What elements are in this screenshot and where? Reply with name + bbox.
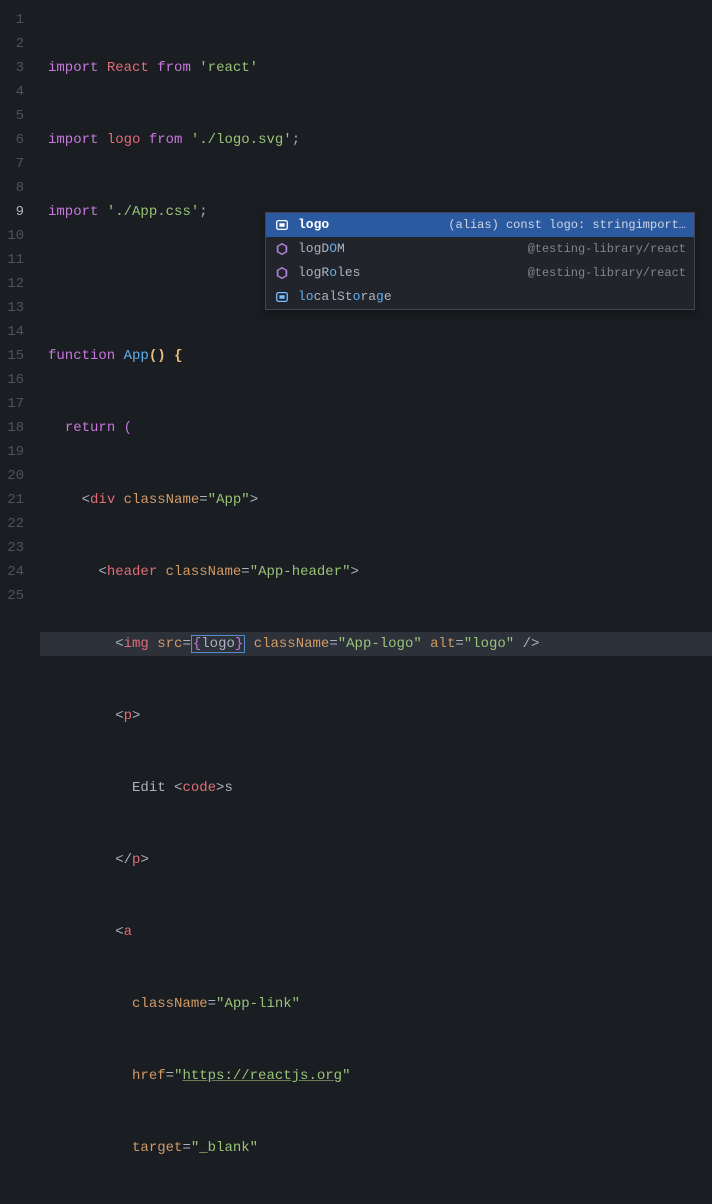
suggest-item[interactable]: logRoles @testing-library/react (266, 261, 694, 285)
method-icon (274, 241, 290, 257)
variable-icon (274, 217, 290, 233)
attr: src (157, 636, 182, 652)
brace: { (174, 348, 182, 364)
text: s (224, 780, 232, 796)
line-number[interactable]: 24 (0, 560, 24, 584)
tag: a (124, 924, 132, 940)
line-number[interactable]: 22 (0, 512, 24, 536)
tag: img (124, 636, 149, 652)
suggest-item[interactable]: logDOM @testing-library/react (266, 237, 694, 261)
attr: className (254, 636, 330, 652)
string: "App" (208, 492, 250, 508)
line-number-gutter[interactable]: 1234567891011121314151617181920212223242… (0, 0, 40, 602)
suggest-label: logRoles (298, 261, 360, 285)
intellisense-popup[interactable]: logo(alias) const logo: stringimport…log… (265, 212, 695, 310)
line-number[interactable]: 11 (0, 248, 24, 272)
keyword: from (157, 60, 191, 76)
line-number[interactable]: 15 (0, 344, 24, 368)
line-number[interactable]: 5 (0, 104, 24, 128)
line-number[interactable]: 4 (0, 80, 24, 104)
parens: () (149, 348, 166, 364)
line-number[interactable]: 21 (0, 488, 24, 512)
tag: div (90, 492, 115, 508)
line-number[interactable]: 6 (0, 128, 24, 152)
keyword: from (149, 132, 183, 148)
text: Edit (132, 780, 174, 796)
keyword: function (48, 348, 115, 364)
suggest-detail: @testing-library/react (528, 237, 686, 261)
line-number[interactable]: 1 (0, 8, 24, 32)
keyword: return (65, 420, 115, 436)
attr: target (132, 1140, 182, 1156)
line-number[interactable]: 8 (0, 176, 24, 200)
attr: className (124, 492, 200, 508)
function-name: App (124, 348, 149, 364)
line-number[interactable]: 2 (0, 32, 24, 56)
line-number[interactable]: 18 (0, 416, 24, 440)
method-icon (274, 265, 290, 281)
string: "App-header" (250, 564, 351, 580)
suggest-label: localStorage (298, 285, 392, 309)
string: './App.css' (107, 204, 199, 220)
line-number[interactable]: 16 (0, 368, 24, 392)
suggest-item[interactable]: localStorage (266, 285, 694, 309)
keyword: import (48, 204, 98, 220)
string: "_blank" (191, 1140, 258, 1156)
variable-icon (274, 289, 290, 305)
line-number[interactable]: 20 (0, 464, 24, 488)
suggest-item[interactable]: logo (alias) const logo: stringimport… (266, 213, 694, 237)
suggest-detail: (alias) const logo: stringimport… (448, 213, 686, 237)
line-number[interactable]: 23 (0, 536, 24, 560)
identifier: React (107, 60, 149, 76)
line-number[interactable]: 14 (0, 320, 24, 344)
line-number[interactable]: 3 (0, 56, 24, 80)
suggest-detail: @testing-library/react (528, 261, 686, 285)
attr: className (132, 996, 208, 1012)
line-number[interactable]: 10 (0, 224, 24, 248)
string: "App-logo" (338, 636, 422, 652)
code-area[interactable]: import React from 'react' import logo fr… (40, 0, 712, 602)
cursor-bracket: {logo} (191, 635, 245, 653)
paren: ( (124, 420, 132, 436)
line-number[interactable]: 19 (0, 440, 24, 464)
tag: p (124, 708, 132, 724)
line-number[interactable]: 7 (0, 152, 24, 176)
keyword: import (48, 60, 98, 76)
identifier: logo (107, 132, 141, 148)
tag: code (182, 780, 216, 796)
current-line[interactable]: <img src={logo} className="App-logo" alt… (40, 632, 712, 656)
code-editor: 1234567891011121314151617181920212223242… (0, 0, 712, 602)
line-number[interactable]: 9 (0, 200, 24, 224)
line-number[interactable]: 12 (0, 272, 24, 296)
tag: header (107, 564, 157, 580)
suggest-label: logo (298, 213, 329, 237)
attr: className (166, 564, 242, 580)
url[interactable]: https://reactjs.org (182, 1068, 342, 1084)
line-number[interactable]: 17 (0, 392, 24, 416)
string: './logo.svg' (191, 132, 292, 148)
string: "App-link" (216, 996, 300, 1012)
keyword: import (48, 132, 98, 148)
string: 'react' (199, 60, 258, 76)
line-number[interactable]: 13 (0, 296, 24, 320)
attr: alt (430, 636, 455, 652)
attr: href (132, 1068, 166, 1084)
tag: p (132, 852, 140, 868)
suggest-label: logDOM (298, 237, 345, 261)
string: "logo" (464, 636, 514, 652)
line-number[interactable]: 25 (0, 584, 24, 608)
